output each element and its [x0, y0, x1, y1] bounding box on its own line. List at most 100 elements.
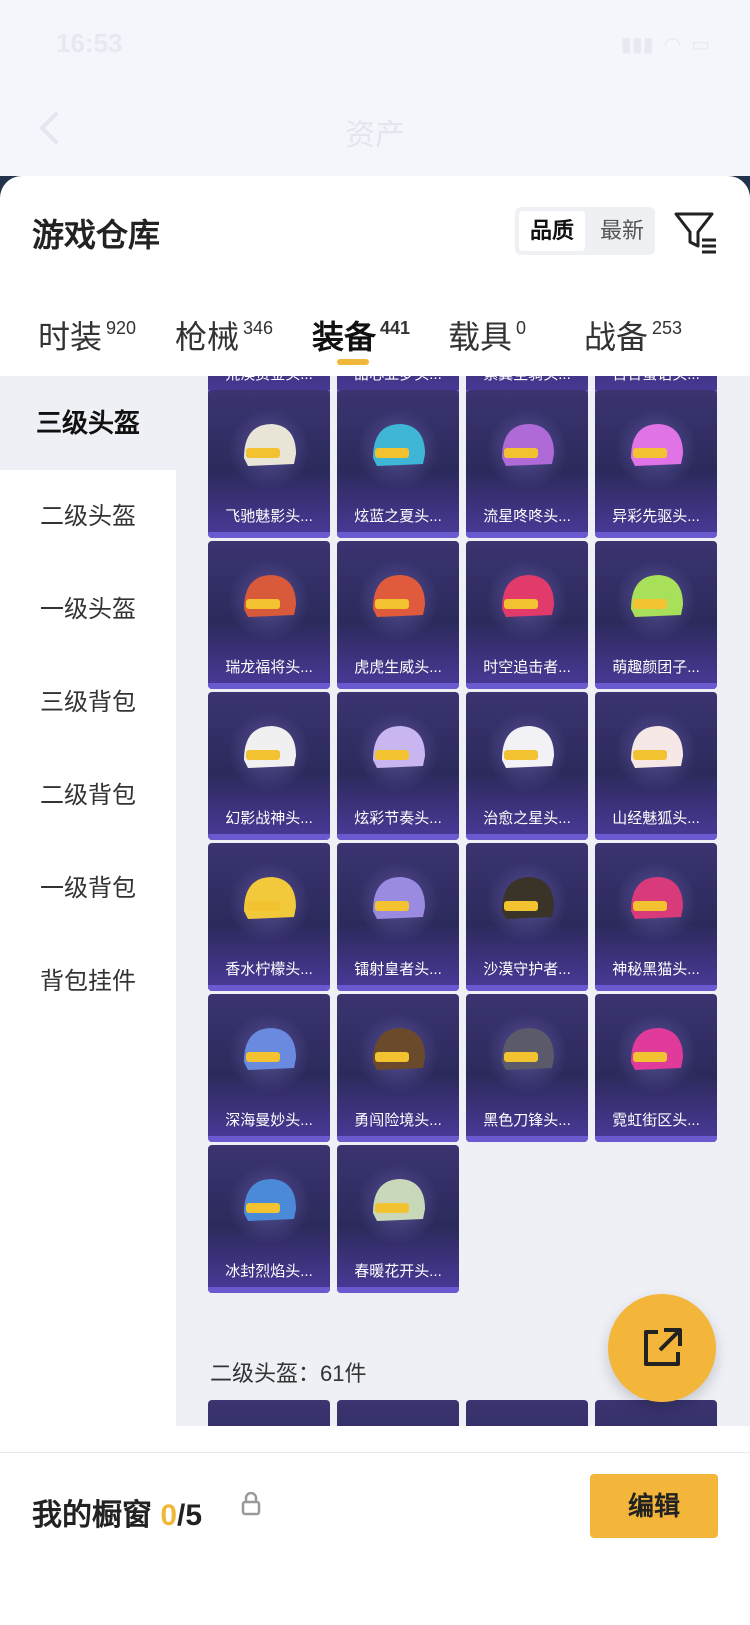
- section-heading: 二级头盔：61件: [210, 1361, 367, 1386]
- item-card[interactable]: [208, 1400, 330, 1426]
- item-card[interactable]: 黑色刀锋头...: [466, 994, 588, 1142]
- item-name: 香水柠檬头...: [225, 961, 313, 978]
- tab-equipment[interactable]: 装备 441: [312, 312, 410, 358]
- item-card[interactable]: 异彩先驱头...: [595, 390, 717, 538]
- sort-quality[interactable]: 品质: [519, 211, 585, 251]
- item-name: 异彩先驱头...: [612, 508, 700, 525]
- item-name: 沙漠守护者...: [483, 961, 571, 978]
- sidebar-item-lv2-backpack[interactable]: 二级背包: [0, 749, 176, 843]
- edit-button[interactable]: 编辑: [590, 1474, 718, 1538]
- helmet-icon: [244, 1028, 296, 1070]
- item-name: 霓虹街区头...: [612, 1112, 700, 1129]
- item-card[interactable]: [337, 1400, 459, 1426]
- filter-icon[interactable]: [672, 208, 718, 254]
- tab-indicator: [337, 359, 369, 365]
- item-card[interactable]: 时空追击者...: [466, 541, 588, 689]
- item-name: 百合蜜语头...: [595, 376, 717, 390]
- tab-label: 时装: [38, 319, 103, 355]
- item-card[interactable]: 飞驰魅影头...: [208, 390, 330, 538]
- item-name: 荒漠赏金头...: [208, 376, 330, 390]
- item-name: 时空追击者...: [483, 659, 571, 676]
- item-card[interactable]: 瑞龙福将头...: [208, 541, 330, 689]
- item-card[interactable]: 勇闯险境头...: [337, 994, 459, 1142]
- tab-count: 346: [243, 318, 274, 338]
- helmet-icon: [244, 575, 296, 617]
- item-card[interactable]: 山经魅狐头...: [595, 692, 717, 840]
- item-card[interactable]: 沙漠守护者...: [466, 843, 588, 991]
- tab-supplies[interactable]: 战备 253: [584, 312, 682, 358]
- sort-newest[interactable]: 最新: [589, 211, 655, 251]
- helmet-icon: [373, 877, 425, 919]
- sidebar-item-lv3-helmet[interactable]: 三级头盔: [0, 376, 176, 470]
- helmet-icon: [373, 575, 425, 617]
- helmet-icon: [631, 575, 683, 617]
- share-button[interactable]: [608, 1294, 716, 1402]
- sidebar-item-lv3-backpack[interactable]: 三级背包: [0, 656, 176, 750]
- sidebar-item-pendant[interactable]: 背包挂件: [0, 935, 176, 1029]
- category-tabs: 时装 920 枪械 346 装备 441 载具 0 战备 253: [0, 300, 750, 376]
- helmet-icon: [502, 1028, 554, 1070]
- page-title: 资产: [345, 119, 405, 152]
- item-card[interactable]: 幻影战神头...: [208, 692, 330, 840]
- tab-count: 253: [652, 318, 683, 338]
- signal-icon: ▮▮▮: [620, 34, 654, 56]
- showcase-count: 0: [160, 1499, 178, 1532]
- warehouse-title: 游戏仓库: [32, 217, 161, 253]
- item-name: 神秘黑猫头...: [612, 961, 700, 978]
- tab-label: 枪械: [175, 319, 240, 355]
- item-card[interactable]: [466, 1400, 588, 1426]
- item-card[interactable]: 治愈之星头...: [466, 692, 588, 840]
- tab-weapons[interactable]: 枪械 346: [175, 312, 273, 358]
- showcase-label: 我的橱窗 0/5: [32, 1490, 202, 1534]
- item-card[interactable]: 深海曼妙头...: [208, 994, 330, 1142]
- helmet-icon: [631, 1028, 683, 1070]
- helmet-icon: [373, 424, 425, 466]
- tab-fashion[interactable]: 时装 920: [38, 312, 136, 358]
- helmet-icon: [244, 726, 296, 768]
- helmet-icon: [373, 1028, 425, 1070]
- item-card[interactable]: 萌趣颜团子...: [595, 541, 717, 689]
- item-card[interactable]: 春暖花开头...: [337, 1145, 459, 1293]
- wifi-icon: ◠: [663, 34, 682, 56]
- helmet-icon: [502, 726, 554, 768]
- item-card[interactable]: 流星咚咚头...: [466, 390, 588, 538]
- item-card[interactable]: 香水柠檬头...: [208, 843, 330, 991]
- item-card[interactable]: 虎虎生威头...: [337, 541, 459, 689]
- tab-label: 装备: [312, 319, 377, 355]
- item-name: 飞驰魅影头...: [225, 508, 313, 525]
- item-card[interactable]: 神秘黑猫头...: [595, 843, 717, 991]
- item-name: 虎虎生威头...: [354, 659, 442, 676]
- sidebar-item-lv2-helmet[interactable]: 二级头盔: [0, 470, 176, 564]
- status-icons: ▮▮▮ ◠ ▭: [621, 32, 710, 57]
- tab-count: 920: [106, 318, 137, 338]
- item-card[interactable]: 霓虹街区头...: [595, 994, 717, 1142]
- item-card[interactable]: 炫彩节奏头...: [337, 692, 459, 840]
- item-card[interactable]: 镭射皇者头...: [337, 843, 459, 991]
- helmet-icon: [244, 877, 296, 919]
- item-name: 紫翼圣骑头...: [466, 376, 588, 390]
- item-name: 勇闯险境头...: [354, 1112, 442, 1129]
- item-name: 幻影战神头...: [225, 810, 313, 827]
- item-name: 春暖花开头...: [354, 1263, 442, 1280]
- item-card[interactable]: 冰封烈焰头...: [208, 1145, 330, 1293]
- item-card[interactable]: 炫蓝之夏头...: [337, 390, 459, 538]
- item-name: 冰封烈焰头...: [225, 1263, 313, 1280]
- item-name: 镭射皇者头...: [354, 961, 442, 978]
- item-name: 炫蓝之夏头...: [354, 508, 442, 525]
- tab-vehicles[interactable]: 载具 0: [448, 312, 526, 358]
- helmet-icon: [244, 1179, 296, 1221]
- helmet-icon: [373, 726, 425, 768]
- tab-count: 0: [516, 318, 527, 338]
- item-name: 流星咚咚头...: [483, 508, 571, 525]
- item-name: 山经魅狐头...: [612, 810, 700, 827]
- tab-label: 战备: [584, 319, 649, 355]
- sidebar-item-lv1-helmet[interactable]: 一级头盔: [0, 563, 176, 657]
- sort-toggle: 品质 最新: [515, 207, 655, 255]
- sidebar: 三级头盔 二级头盔 一级头盔 三级背包 二级背包 一级背包 背包挂件: [0, 376, 176, 1426]
- helmet-icon: [631, 877, 683, 919]
- sidebar-item-lv1-backpack[interactable]: 一级背包: [0, 842, 176, 936]
- helmet-icon: [631, 726, 683, 768]
- item-card[interactable]: [595, 1400, 717, 1426]
- item-name: 瑞龙福将头...: [225, 659, 313, 676]
- helmet-icon: [502, 877, 554, 919]
